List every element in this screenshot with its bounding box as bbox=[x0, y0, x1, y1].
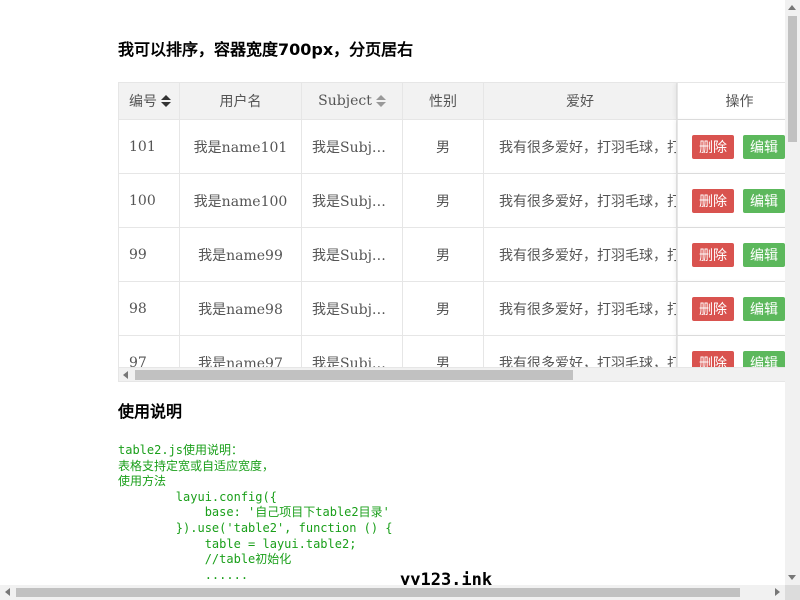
section-title-usage: 使用说明 bbox=[118, 402, 183, 421]
scrollbar-corner bbox=[785, 585, 800, 600]
cell-hobby-text: 我有很多爱好，打羽毛球，打 bbox=[499, 193, 677, 210]
cell-hobby: 我有很多爱好，打羽毛球，打 bbox=[484, 228, 677, 281]
cell-gender-text: 男 bbox=[436, 139, 450, 156]
cell-username-text: 我是name100 bbox=[193, 193, 288, 210]
table-scroll-thumb[interactable] bbox=[135, 370, 573, 380]
scroll-down-icon[interactable] bbox=[788, 575, 796, 580]
table-row: 98 我是name98 我是Subje… 男 我有很多爱好，打羽毛球，打 删除 编辑 bbox=[119, 282, 785, 336]
cell-subject: 我是Subje… bbox=[302, 282, 403, 335]
edit-button[interactable]: 编辑 bbox=[743, 242, 785, 267]
cell-gender: 男 bbox=[403, 282, 484, 335]
header-ops-label: 操作 bbox=[725, 94, 754, 110]
page-viewport: 我可以排序，容器宽度700px，分页居右 编号 用户名 Subject 性别 爱… bbox=[0, 0, 785, 585]
delete-button[interactable]: 删除 bbox=[692, 242, 734, 267]
header-subject-label: Subject bbox=[318, 93, 372, 109]
code-line: layui.config({ bbox=[118, 489, 277, 504]
edit-button[interactable]: 编辑 bbox=[743, 188, 785, 213]
delete-button[interactable]: 删除 bbox=[692, 134, 734, 159]
cell-username-text: 我是name99 bbox=[198, 247, 283, 264]
cell-ops: 删除 编辑 bbox=[677, 282, 785, 335]
edit-button[interactable]: 编辑 bbox=[743, 134, 785, 159]
code-line: }).use('table2', function () { bbox=[118, 520, 393, 535]
cell-subject-text: 我是Subje… bbox=[312, 301, 392, 318]
edit-button[interactable]: 编辑 bbox=[743, 296, 785, 321]
data-table: 编号 用户名 Subject 性别 爱好 操作 101 我是name101 我是Su… bbox=[118, 82, 785, 382]
delete-button[interactable]: 删除 bbox=[692, 296, 734, 321]
header-username: 用户名 bbox=[180, 83, 302, 119]
cell-subject: 我是Subje… bbox=[302, 174, 403, 227]
cell-gender: 男 bbox=[403, 120, 484, 173]
cell-username: 我是name98 bbox=[180, 282, 302, 335]
cell-ops: 删除 编辑 bbox=[677, 174, 785, 227]
cell-id-text: 100 bbox=[129, 192, 156, 209]
cell-ops: 删除 编辑 bbox=[677, 228, 785, 281]
code-line: 表格支持定宽或自适应宽度， bbox=[118, 458, 275, 473]
cell-username: 我是name101 bbox=[180, 120, 302, 173]
code-line: base: '自己项目下table2目录' bbox=[118, 505, 390, 520]
cell-subject-text: 我是Subje… bbox=[312, 247, 392, 264]
cell-username: 我是name100 bbox=[180, 174, 302, 227]
cell-gender-text: 男 bbox=[436, 301, 450, 318]
cell-gender-text: 男 bbox=[436, 247, 450, 264]
cell-subject: 我是Subje… bbox=[302, 228, 403, 281]
cell-hobby: 我有很多爱好，打羽毛球，打 bbox=[484, 120, 677, 173]
cell-subject-text: 我是Subje… bbox=[312, 193, 392, 210]
cell-id: 101 bbox=[119, 120, 180, 173]
page-horizontal-scrollbar[interactable] bbox=[0, 585, 785, 600]
code-line: table2.js使用说明： bbox=[118, 443, 244, 457]
cell-gender: 男 bbox=[403, 174, 484, 227]
table-row: 99 我是name99 我是Subje… 男 我有很多爱好，打羽毛球，打 删除 编辑 bbox=[119, 228, 785, 282]
scroll-left-icon[interactable] bbox=[5, 588, 10, 596]
header-id-label: 编号 bbox=[129, 94, 157, 110]
cell-hobby-text: 我有很多爱好，打羽毛球，打 bbox=[499, 301, 677, 318]
section-title-sortable: 我可以排序，容器宽度700px，分页居右 bbox=[118, 40, 414, 59]
cell-ops: 删除 编辑 bbox=[677, 120, 785, 173]
page-vscroll-thumb[interactable] bbox=[788, 16, 797, 142]
cell-hobby-text: 我有很多爱好，打羽毛球，打 bbox=[499, 139, 677, 156]
cell-id: 100 bbox=[119, 174, 180, 227]
header-gender-label: 性别 bbox=[429, 94, 457, 110]
sort-arrows-icon[interactable] bbox=[161, 95, 171, 107]
cell-gender-text: 男 bbox=[436, 193, 450, 210]
header-subject[interactable]: Subject bbox=[302, 83, 403, 119]
code-line: 使用方法 bbox=[118, 474, 167, 489]
scroll-right-icon[interactable] bbox=[775, 588, 780, 596]
cell-id: 99 bbox=[119, 228, 180, 281]
scroll-left-icon[interactable] bbox=[123, 371, 128, 379]
header-hobby: 爱好 bbox=[484, 83, 677, 119]
cell-username: 我是name99 bbox=[180, 228, 302, 281]
cell-id-text: 101 bbox=[129, 138, 156, 155]
page-vertical-scrollbar[interactable] bbox=[785, 0, 800, 585]
cell-subject: 我是Subje… bbox=[302, 120, 403, 173]
table-horizontal-scrollbar[interactable] bbox=[119, 367, 785, 381]
cell-hobby: 我有很多爱好，打羽毛球，打 bbox=[484, 282, 677, 335]
code-line: ...... bbox=[118, 567, 249, 582]
cell-gender: 男 bbox=[403, 228, 484, 281]
cell-subject-text: 我是Subje… bbox=[312, 139, 392, 156]
cell-id-text: 98 bbox=[129, 300, 147, 317]
cell-username-text: 我是name101 bbox=[193, 139, 288, 156]
table-row: 101 我是name101 我是Subje… 男 我有很多爱好，打羽毛球，打 删除 编辑 bbox=[119, 120, 785, 174]
header-id[interactable]: 编号 bbox=[119, 83, 180, 119]
code-line: table = layui.table2; bbox=[118, 536, 357, 551]
usage-code-block: table2.js使用说明： 表格支持定宽或自适应宽度， 使用方法 layui.… bbox=[118, 443, 393, 583]
sort-arrows-icon[interactable] bbox=[375, 95, 386, 107]
page-hscroll-thumb[interactable] bbox=[16, 588, 740, 597]
cell-id: 98 bbox=[119, 282, 180, 335]
cell-hobby-text: 我有很多爱好，打羽毛球，打 bbox=[499, 247, 677, 264]
table-header: 编号 用户名 Subject 性别 爱好 操作 bbox=[119, 83, 785, 120]
cell-id-text: 99 bbox=[129, 246, 147, 263]
code-line: //table初始化 bbox=[118, 552, 292, 567]
cell-username-text: 我是name98 bbox=[198, 301, 283, 318]
watermark: yy123.ink bbox=[400, 570, 493, 585]
cell-hobby: 我有很多爱好，打羽毛球，打 bbox=[484, 174, 677, 227]
header-hobby-label: 爱好 bbox=[566, 94, 594, 110]
scroll-up-icon[interactable] bbox=[788, 5, 796, 10]
header-gender: 性别 bbox=[403, 83, 484, 119]
delete-button[interactable]: 删除 bbox=[692, 188, 734, 213]
header-ops: 操作 bbox=[677, 83, 785, 119]
table-row: 100 我是name100 我是Subje… 男 我有很多爱好，打羽毛球，打 删除 编辑 bbox=[119, 174, 785, 228]
header-username-label: 用户名 bbox=[219, 94, 262, 110]
